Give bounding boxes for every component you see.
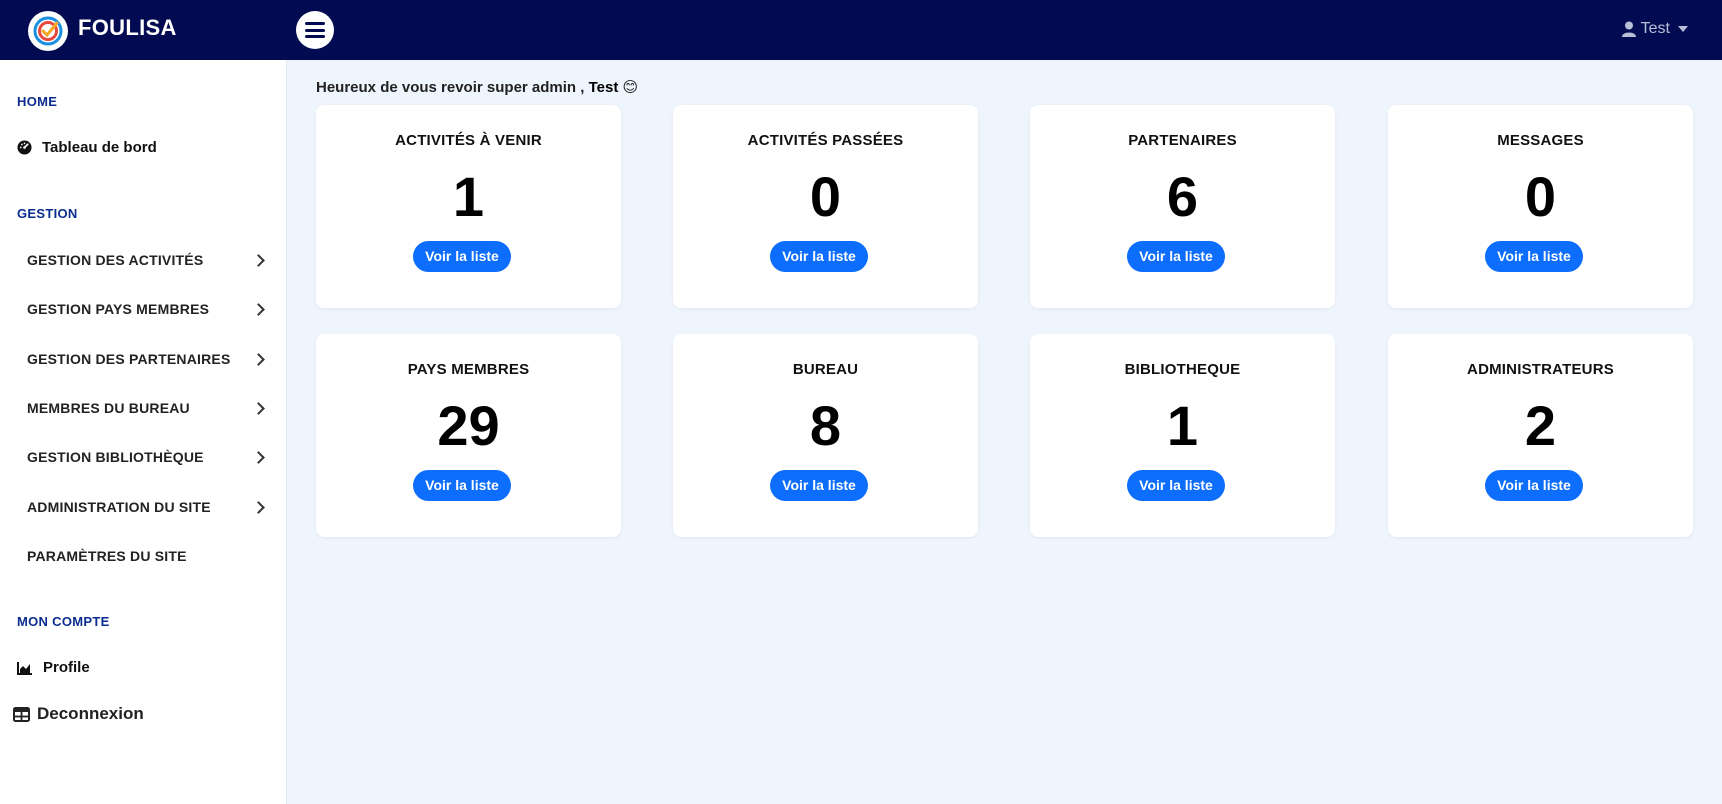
sidebar-item-label: GESTION BIBLIOTHÈQUE xyxy=(27,449,204,465)
sidebar-item-dashboard[interactable]: Tableau de bord xyxy=(17,139,157,156)
stat-card-messages: MESSAGES 0 Voir la liste xyxy=(1388,105,1693,308)
card-title: PAYS MEMBRES xyxy=(407,361,530,378)
stat-card-administrateurs: ADMINISTRATEURS 2 Voir la liste xyxy=(1388,334,1693,537)
logout-label: Deconnexion xyxy=(37,704,144,723)
card-value: 1 xyxy=(1166,394,1199,457)
stat-card-activites-a-venir: ACTIVITÉS À VENIR 1 Voir la liste xyxy=(316,105,621,308)
user-name: Test xyxy=(1640,20,1670,37)
card-title: PARTENAIRES xyxy=(1128,132,1237,149)
stat-card-bibliotheque: BIBLIOTHEQUE 1 Voir la liste xyxy=(1030,334,1335,537)
sidebar-item-partenaires[interactable]: GESTION DES PARTENAIRES xyxy=(27,351,267,367)
sidebar-item-label: PARAMÈTRES DU SITE xyxy=(27,548,187,564)
brand-name[interactable]: FOULISA xyxy=(78,15,177,41)
stat-card-bureau: BUREAU 8 Voir la liste xyxy=(673,334,978,537)
chevron-right-icon xyxy=(252,500,265,514)
view-list-button[interactable]: Voir la liste xyxy=(413,470,511,501)
section-heading-compte: MON COMPTE xyxy=(17,614,110,629)
chevron-right-icon xyxy=(252,352,265,366)
sidebar: HOME Tableau de bord GESTION GESTION DES… xyxy=(0,60,287,804)
view-list-button[interactable]: Voir la liste xyxy=(1485,470,1583,501)
view-list-button[interactable]: Voir la liste xyxy=(1127,470,1225,501)
card-title: MESSAGES xyxy=(1497,132,1584,149)
top-navbar: FOULISA Test xyxy=(0,0,1722,60)
table-icon xyxy=(13,706,30,722)
brand-logo[interactable] xyxy=(28,11,68,51)
sidebar-item-label: Tableau de bord xyxy=(42,139,157,156)
greeting-text: Heureux de vous revoir super admin , xyxy=(316,79,585,96)
view-list-button[interactable]: Voir la liste xyxy=(770,470,868,501)
sidebar-item-administration[interactable]: ADMINISTRATION DU SITE xyxy=(27,499,267,515)
card-title: ACTIVITÉS À VENIR xyxy=(395,132,542,149)
card-value: 1 xyxy=(452,165,485,228)
sidebar-item-label: ADMINISTRATION DU SITE xyxy=(27,499,211,515)
section-heading-gestion: GESTION xyxy=(17,206,78,221)
user-icon xyxy=(1621,21,1636,37)
view-list-button[interactable]: Voir la liste xyxy=(1127,241,1225,272)
area-chart-icon xyxy=(17,661,32,675)
stat-card-partenaires: PARTENAIRES 6 Voir la liste xyxy=(1030,105,1335,308)
sidebar-item-label: GESTION PAYS MEMBRES xyxy=(27,301,210,317)
card-title: BIBLIOTHEQUE xyxy=(1124,361,1241,378)
sidebar-item-label: GESTION DES PARTENAIRES xyxy=(27,351,231,367)
chevron-right-icon xyxy=(252,450,265,464)
sidebar-item-label: MEMBRES DU BUREAU xyxy=(27,400,190,416)
sidebar-item-activites[interactable]: GESTION DES ACTIVITÉS xyxy=(27,252,267,268)
card-title: ACTIVITÉS PASSÉES xyxy=(747,132,904,149)
view-list-button[interactable]: Voir la liste xyxy=(1485,241,1583,272)
logout-link[interactable]: Deconnexion xyxy=(13,704,144,724)
view-list-button[interactable]: Voir la liste xyxy=(770,241,868,272)
sidebar-item-label: Profile xyxy=(43,659,90,676)
view-list-button[interactable]: Voir la liste xyxy=(413,241,511,272)
greeting-user-name: Test xyxy=(588,79,619,96)
stat-card-activites-passees: ACTIVITÉS PASSÉES 0 Voir la liste xyxy=(673,105,978,308)
chevron-right-icon xyxy=(252,302,265,316)
sidebar-item-pays-membres[interactable]: GESTION PAYS MEMBRES xyxy=(27,301,267,317)
sidebar-item-bibliotheque[interactable]: GESTION BIBLIOTHÈQUE xyxy=(27,449,267,465)
chevron-down-icon xyxy=(1678,26,1688,32)
card-title: BUREAU xyxy=(792,361,859,378)
sidebar-item-bureau[interactable]: MEMBRES DU BUREAU xyxy=(27,400,267,416)
sidebar-item-profile[interactable]: Profile xyxy=(17,659,90,676)
chevron-right-icon xyxy=(252,401,265,415)
stat-card-pays-membres: PAYS MEMBRES 29 Voir la liste xyxy=(316,334,621,537)
card-value: 0 xyxy=(1524,165,1557,228)
card-value: 2 xyxy=(1524,394,1557,457)
speedometer-icon xyxy=(17,140,32,155)
hamburger-icon xyxy=(305,22,325,38)
sidebar-item-label: GESTION DES ACTIVITÉS xyxy=(27,252,204,268)
user-dropdown[interactable]: Test xyxy=(1621,20,1688,38)
smile-emoji-icon: 😊 xyxy=(622,79,639,96)
sidebar-item-parametres[interactable]: PARAMÈTRES DU SITE xyxy=(27,548,267,564)
section-heading-home: HOME xyxy=(17,94,58,109)
sidebar-toggle-button[interactable] xyxy=(296,11,334,49)
card-value: 8 xyxy=(809,394,842,457)
chevron-right-icon xyxy=(252,253,265,267)
welcome-message: Heureux de vous revoir super admin , Tes… xyxy=(316,78,638,96)
card-value: 29 xyxy=(437,394,500,457)
card-value: 6 xyxy=(1166,165,1199,228)
card-title: ADMINISTRATEURS xyxy=(1467,361,1614,378)
card-value: 0 xyxy=(809,165,842,228)
